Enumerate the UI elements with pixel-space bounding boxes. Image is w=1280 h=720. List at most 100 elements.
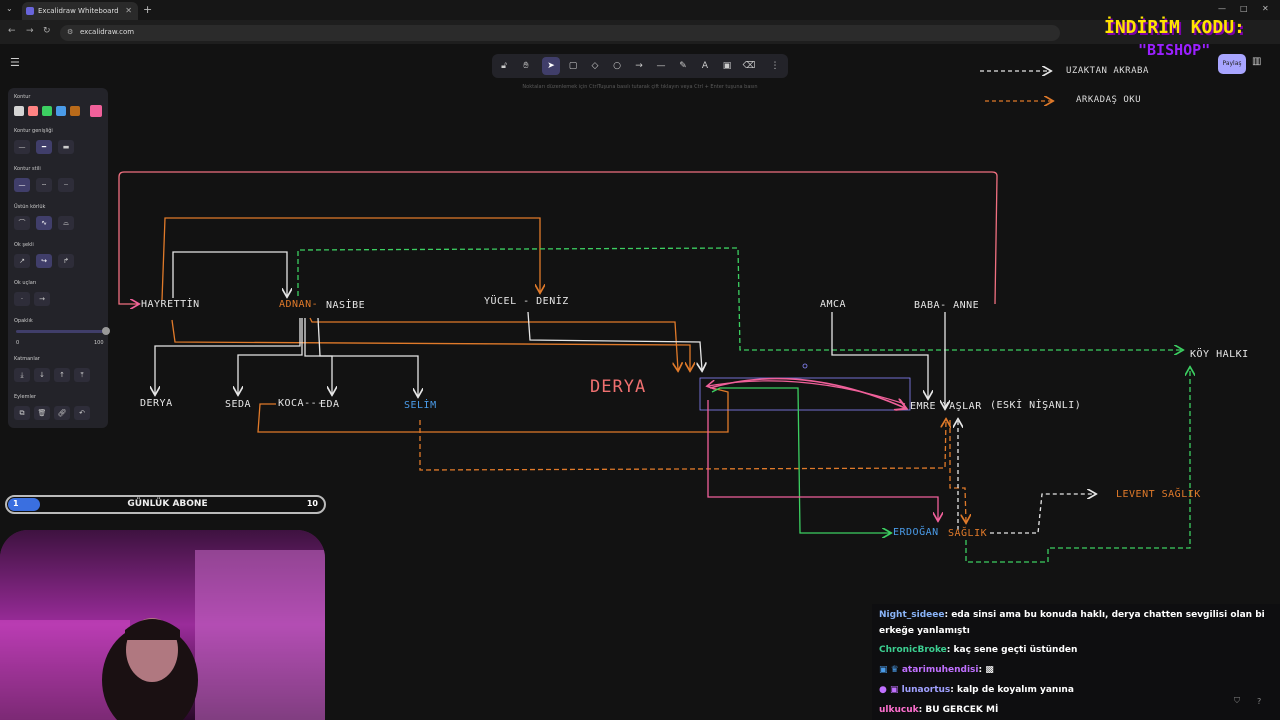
stroke-solid-button[interactable]: — (14, 178, 30, 192)
sloppiness-artist-button[interactable]: ∿ (36, 216, 52, 230)
arrowheads-label: Ok uçları (14, 280, 37, 286)
subscriber-goal-current: 1 (13, 499, 19, 508)
opacity-slider-thumb[interactable] (102, 327, 110, 335)
chat-username[interactable]: ulkucuk (879, 705, 919, 715)
arrowhead-start-button[interactable]: · (14, 292, 30, 306)
stroke-extra-bold-button[interactable]: ▬ (58, 140, 74, 154)
arrow-sharp-button[interactable]: ↗ (14, 254, 30, 268)
opacity-min: 0 (16, 340, 20, 346)
white-hayrettin-arrow (172, 251, 287, 298)
help-icon[interactable]: ? (1257, 697, 1261, 706)
webcam-scene (0, 530, 325, 720)
arrow-icon[interactable]: → (630, 57, 648, 75)
white-derya-arrow (155, 318, 301, 394)
lock-icon[interactable]: 🔓︎ (495, 57, 513, 75)
chat-text: : BU GERCEK Mİ (918, 705, 999, 715)
rotate-handle[interactable] (802, 363, 808, 369)
eraser-icon[interactable]: ⌫ (740, 57, 758, 75)
library-icon[interactable]: ▥ (1252, 56, 1268, 72)
chat-username[interactable]: ChronicBroke (879, 645, 947, 655)
opacity-label: Opaklık (14, 318, 33, 324)
color-swatch-blue[interactable] (56, 106, 66, 116)
arrow-elbow-button[interactable]: ↱ (58, 254, 74, 268)
node-levent[interactable]: LEVENT SAĞLIK (1116, 489, 1201, 500)
badge-icon: ▣ ♛ (879, 665, 902, 675)
stroke-dotted-button[interactable]: ┈ (58, 178, 74, 192)
node-derya-big[interactable]: DERYA (590, 377, 646, 397)
hand-icon[interactable]: ✋︎ (517, 57, 535, 75)
chat-message: ▣ ♛ atarimuhendisi: ▩ (879, 662, 1274, 678)
subscriber-goal-bar: GÜNLÜK ABONE 1 10 (5, 495, 326, 514)
node-hayrettin[interactable]: HAYRETTİN (141, 299, 200, 310)
text-icon[interactable]: A (696, 57, 714, 75)
sloppiness-architect-button[interactable]: ⌒ (14, 216, 30, 230)
node-yucel-deniz[interactable]: YÜCEL - DENİZ (484, 296, 569, 307)
main-menu-icon[interactable]: ☰ (10, 56, 26, 72)
edit-line-icon[interactable]: ↶ (74, 406, 90, 420)
promo-line2: "BISHOP" (1138, 41, 1211, 59)
send-backward-icon[interactable]: ↓ (34, 368, 50, 382)
duplicate-icon[interactable]: ⧉ (14, 406, 30, 420)
node-adnan[interactable]: ADNAN- (279, 299, 318, 310)
color-swatch-white[interactable] (14, 106, 24, 116)
ellipse-icon[interactable]: ○ (608, 57, 626, 75)
legend-friend-label: ARKADAŞ OKU (1076, 95, 1142, 105)
shape-toolbar: 🔓︎ ✋︎ ➤ ▢ ◇ ○ → — ✎ A ▣ ⌫ ⋮ (492, 54, 788, 78)
white-seda-arrow (238, 318, 303, 394)
opacity-slider-track[interactable] (16, 330, 106, 333)
bring-to-front-icon[interactable]: ⤒ (74, 368, 90, 382)
link-icon[interactable]: 🔗︎ (54, 406, 70, 420)
node-nasibe[interactable]: NASİBE (326, 300, 365, 311)
stroke-label: Kontur (14, 94, 31, 100)
badge-icon: ● ▣ (879, 685, 902, 695)
stroke-dashed-button[interactable]: ╌ (36, 178, 52, 192)
stream-chat: Night_sideee: eda sinsi ama bu konuda ha… (872, 604, 1280, 720)
toolbar-hint: Noktaları düzenlemek için CtrlTuşuna bas… (522, 84, 758, 90)
white-selim-arrow (317, 317, 418, 396)
color-swatch-green[interactable] (42, 106, 52, 116)
stroke-thin-button[interactable]: — (14, 140, 30, 154)
diamond-icon[interactable]: ◇ (586, 57, 604, 75)
line-icon[interactable]: — (652, 57, 670, 75)
current-color-swatch[interactable] (90, 105, 102, 117)
node-selim[interactable]: SELİM (404, 400, 437, 411)
node-seda[interactable]: SEDA (225, 399, 251, 410)
chat-username[interactable]: Night_sideee (879, 610, 944, 620)
node-amca[interactable]: AMCA (820, 299, 846, 310)
delete-icon[interactable]: 🗑︎ (34, 406, 50, 420)
arrow-curved-button[interactable]: ↪ (36, 254, 52, 268)
white-dashed-levent-arrow (990, 494, 1095, 534)
draw-icon[interactable]: ✎ (674, 57, 692, 75)
sloppiness-cartoonist-button[interactable]: ⌓ (58, 216, 74, 230)
node-eda[interactable]: EDA (320, 399, 340, 410)
rectangle-icon[interactable]: ▢ (564, 57, 582, 75)
node-derya-small[interactable]: DERYA (140, 398, 173, 409)
node-koca[interactable]: KOCA--- (278, 398, 324, 409)
orange-koca-arrow (257, 387, 729, 433)
shield-icon[interactable]: ⛉ (1234, 696, 1240, 706)
bring-forward-icon[interactable]: ↑ (54, 368, 70, 382)
image-icon[interactable]: ▣ (718, 57, 736, 75)
chat-username[interactable]: lunaortus (902, 685, 951, 695)
subscriber-goal-label: GÜNLÜK ABONE (127, 499, 208, 509)
pink-erdogan-arrow (707, 400, 938, 520)
node-koy-halki[interactable]: KÖY HALKI (1190, 349, 1249, 360)
node-baba-anne[interactable]: BABA- ANNE (914, 300, 979, 311)
stroke-bold-button[interactable]: ━ (36, 140, 52, 154)
node-erdogan[interactable]: ERDOĞAN (893, 527, 939, 538)
node-eski-nisanli[interactable]: (ESKİ NİŞANLI) (990, 400, 1081, 411)
properties-panel: Kontur Kontur genişliği — ━ ▬ Kontur sti… (8, 88, 110, 428)
chat-username[interactable]: atarimuhendisi (902, 665, 979, 675)
webcam-feed (0, 530, 325, 720)
send-to-back-icon[interactable]: ⤓ (14, 368, 30, 382)
node-saglik[interactable]: SAĞLIK (948, 528, 987, 539)
color-swatch-red[interactable] (28, 106, 38, 116)
color-swatch-orange[interactable] (70, 106, 80, 116)
arrowhead-end-button[interactable]: → (34, 292, 50, 306)
promo-line1: İNDİRİM KODU: (1104, 17, 1245, 38)
more-tools-icon[interactable]: ⋮ (766, 57, 784, 75)
node-emre[interactable]: EMRE YAŞLAR (910, 401, 982, 412)
chat-message: ulkucuk: BU GERCEK Mİ (879, 702, 1274, 718)
selection-icon[interactable]: ➤ (542, 57, 560, 75)
chat-message: ChronicBroke: kaç sene geçti üstünden (879, 642, 1274, 658)
